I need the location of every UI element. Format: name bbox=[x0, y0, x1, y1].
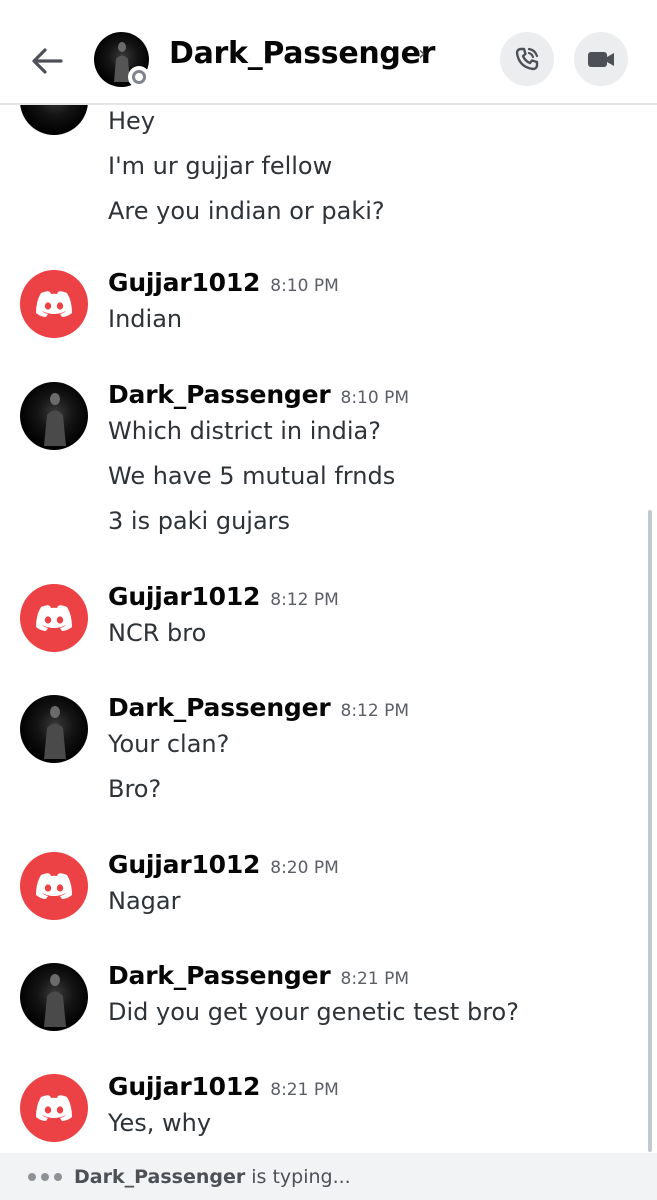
voice-call-button[interactable] bbox=[500, 32, 554, 86]
timestamp: 8:20 PM bbox=[270, 858, 339, 878]
video-call-button[interactable] bbox=[574, 32, 628, 86]
person-silhouette-icon bbox=[44, 393, 66, 446]
username[interactable]: Gujjar1012 bbox=[108, 1072, 260, 1101]
message-list[interactable]: Hey I'm ur gujjar fellow Are you indian … bbox=[0, 105, 657, 1153]
username[interactable]: Dark_Passenger bbox=[108, 961, 331, 990]
video-camera-icon bbox=[588, 52, 614, 67]
message-text: Bro? bbox=[108, 775, 162, 803]
avatar[interactable] bbox=[20, 584, 88, 652]
username[interactable]: Dark_Passenger bbox=[108, 693, 331, 722]
message-text: Did you get your genetic test bro? bbox=[108, 998, 519, 1026]
username[interactable]: Gujjar1012 bbox=[108, 582, 260, 611]
avatar[interactable] bbox=[20, 852, 88, 920]
message-text: Which district in india? bbox=[108, 417, 381, 445]
typing-username: Dark_Passenger bbox=[74, 1165, 246, 1188]
typing-dots-icon bbox=[28, 1172, 62, 1181]
avatar[interactable] bbox=[20, 105, 88, 135]
chevron-right-icon[interactable]: › bbox=[418, 41, 426, 65]
person-silhouette-icon bbox=[44, 974, 66, 1027]
message-text: 3 is paki gujars bbox=[108, 507, 291, 535]
avatar[interactable] bbox=[20, 695, 88, 763]
timestamp: 8:10 PM bbox=[340, 388, 410, 408]
message-text: Hey bbox=[108, 107, 156, 135]
discord-logo-icon bbox=[36, 873, 72, 899]
typing-indicator: Dark_Passenger is typing... bbox=[0, 1153, 657, 1200]
message-text: I'm ur gujjar fellow bbox=[108, 152, 333, 180]
avatar[interactable] bbox=[20, 270, 88, 338]
message-text: NCR bro bbox=[108, 619, 207, 647]
username[interactable]: Gujjar1012 bbox=[108, 850, 260, 879]
timestamp: 8:12 PM bbox=[340, 701, 410, 721]
back-button[interactable] bbox=[26, 40, 68, 82]
avatar[interactable] bbox=[20, 963, 88, 1031]
timestamp: 8:12 PM bbox=[270, 590, 339, 610]
status-offline-indicator bbox=[128, 66, 150, 88]
message-text: Are you indian or paki? bbox=[108, 197, 385, 225]
avatar[interactable] bbox=[20, 382, 88, 450]
message-text: Yes, why bbox=[108, 1109, 212, 1137]
discord-logo-icon bbox=[36, 1095, 72, 1121]
avatar[interactable] bbox=[20, 1074, 88, 1142]
chat-header: Dark_Passenger › bbox=[0, 0, 657, 105]
username[interactable]: Gujjar1012 bbox=[108, 268, 260, 297]
username[interactable]: Dark_Passenger bbox=[108, 380, 331, 409]
message-text: We have 5 mutual frnds bbox=[108, 462, 396, 490]
person-silhouette-icon bbox=[44, 706, 66, 759]
discord-logo-icon bbox=[36, 291, 72, 317]
message-text: Your clan? bbox=[108, 730, 230, 758]
timestamp: 8:10 PM bbox=[270, 276, 339, 296]
typing-text: is typing... bbox=[251, 1165, 351, 1188]
message-text: Nagar bbox=[108, 887, 181, 915]
phone-icon bbox=[515, 47, 539, 71]
discord-logo-icon bbox=[36, 605, 72, 631]
channel-title[interactable]: Dark_Passenger bbox=[169, 36, 435, 71]
timestamp: 8:21 PM bbox=[340, 969, 410, 989]
timestamp: 8:21 PM bbox=[270, 1080, 339, 1100]
message-text: Indian bbox=[108, 305, 183, 333]
scrollbar[interactable] bbox=[648, 510, 652, 1152]
arrow-left-icon bbox=[32, 48, 63, 74]
